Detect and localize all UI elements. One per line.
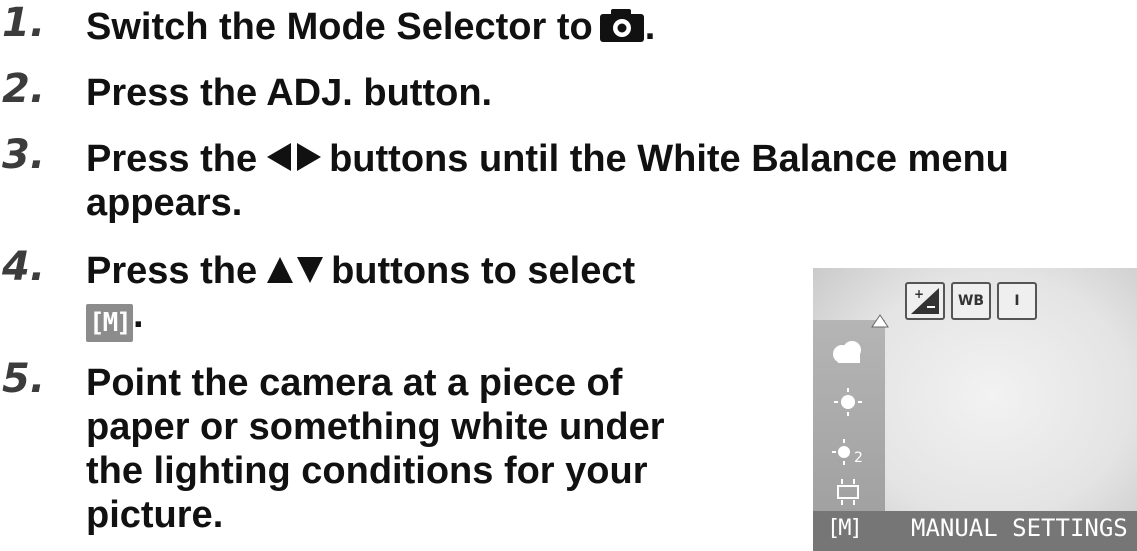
step-text-line-2: [M]. xyxy=(86,292,144,342)
svg-text:+: + xyxy=(914,287,924,301)
step-text: Switch the Mode Selector to. xyxy=(86,4,655,54)
step-text-line-1: Point the camera at a piece of xyxy=(86,362,623,404)
camera-icon xyxy=(599,7,645,54)
camera-lcd-screenshot: + WB I 2 [M] MANUAL SETTINGS xyxy=(813,268,1137,551)
exposure-compensation-icon: + xyxy=(905,282,945,320)
up-down-arrows-icon xyxy=(267,250,324,296)
manual-wb-icon: [M] xyxy=(86,304,133,342)
step-number: 1. xyxy=(2,0,46,46)
step-number: 5. xyxy=(2,356,46,402)
step-number: 3. xyxy=(2,132,46,178)
wb-fluorescent-icon xyxy=(825,476,871,512)
manual-wb-menu-icon: [M] xyxy=(827,516,863,541)
wb-incandescent-icon xyxy=(825,386,871,422)
selected-setting-label: MANUAL SETTINGS xyxy=(911,514,1128,542)
iso-icon: I xyxy=(997,282,1037,320)
step-text-line-2: paper or something white under xyxy=(86,406,665,448)
step-text: Press the buttons until the White Balance… xyxy=(86,136,1009,184)
left-right-arrows-icon xyxy=(267,138,322,184)
svg-text:2: 2 xyxy=(854,450,863,466)
step-text: Press the buttons to select xyxy=(86,248,635,296)
step-text-line-3: the lighting conditions for your xyxy=(86,450,648,492)
wb-cloudy-icon xyxy=(825,336,871,372)
wb-incandescent-2-icon: 2 xyxy=(825,436,871,472)
step-text-line-2: appears. xyxy=(86,182,243,224)
step-text-line-4: picture. xyxy=(86,494,224,536)
step-number: 2. xyxy=(2,66,46,112)
step-number: 4. xyxy=(2,244,46,290)
scroll-up-indicator-icon xyxy=(871,314,889,333)
step-text: Press the ADJ. button. xyxy=(86,72,493,114)
white-balance-icon: WB xyxy=(951,282,991,320)
